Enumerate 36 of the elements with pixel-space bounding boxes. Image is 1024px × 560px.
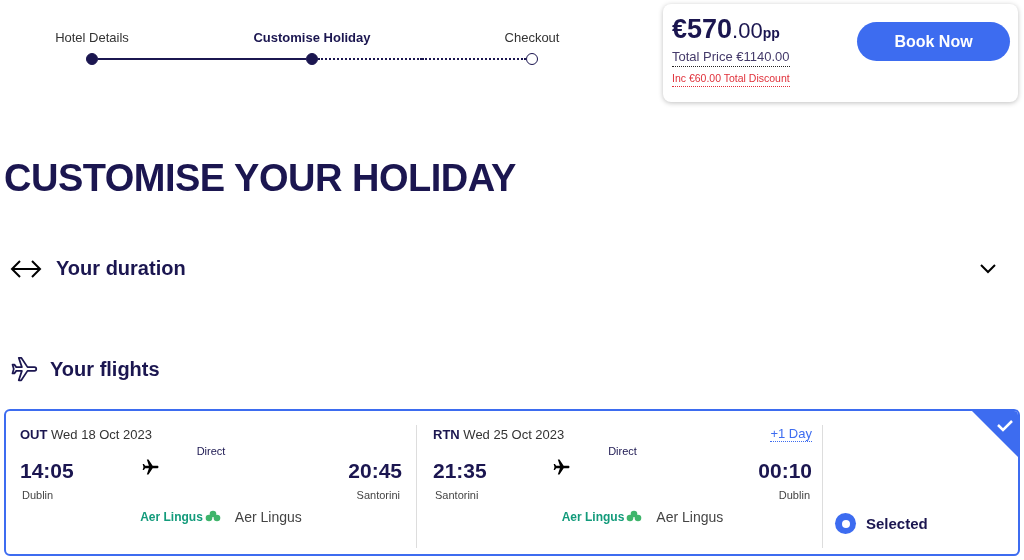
departure-city: Santorini [435,489,479,501]
arrival-time: 00:10 [758,459,812,483]
shamrock-icon [626,510,643,524]
day-offset-link[interactable]: +1 Day [770,426,812,442]
step-label: Customise Holiday [253,30,371,45]
arrival-city: Dublin [778,489,810,501]
arrival-time: 20:45 [348,459,402,483]
step-label: Checkout [504,30,560,45]
airline-name: Aer Lingus [656,509,724,525]
chevron-icon[interactable] [980,263,996,274]
discount-text: Inc €60.00 Total Discount [672,72,790,87]
airline-name: Aer Lingus [234,509,302,525]
airline-logo: Aer Lingus [140,510,221,524]
stops-label: Direct [608,445,637,457]
shamrock-icon [204,510,221,524]
stops-label: Direct [196,445,226,457]
plane-outline-icon [10,354,40,384]
total-price: Total Price €1140.00 [672,49,790,67]
double-arrow-icon [10,257,42,280]
flight-card[interactable]: OUT Wed 18 Oct 2023 14:05 Direct 20:45 Dublin Santorini Aer Lingus Aer Lingus RTN Wed 25 Oct 2023 +1 Day 21:35 Direct 00:10 Santorini Dublin Aer Lingus Aer Lingus Selected [4,409,1020,556]
book-now-button[interactable]: Book Now [857,22,1010,61]
airline-logo: Aer Lingus [561,510,643,524]
departure-time: 21:35 [433,459,487,483]
departure-city: Dublin [22,489,54,501]
step-label: Hotel Details [55,30,129,45]
radio-button[interactable] [835,513,856,534]
price-per-person: €570.00pp [672,14,780,45]
leg-date: RTN Wed 25 Oct 2023 [433,426,565,442]
section-title: Your flights [50,357,160,381]
arrival-city: Santorini [356,489,400,501]
leg-date: OUT Wed 18 Oct 2023 [20,426,152,442]
selected-radio[interactable]: Selected [835,513,928,534]
page-heading: CUSTOMISE YOUR HOLIDAY [4,157,517,200]
departure-time: 14:05 [20,459,74,483]
section-title[interactable]: Your duration [56,257,186,280]
plane-icon [141,457,161,477]
